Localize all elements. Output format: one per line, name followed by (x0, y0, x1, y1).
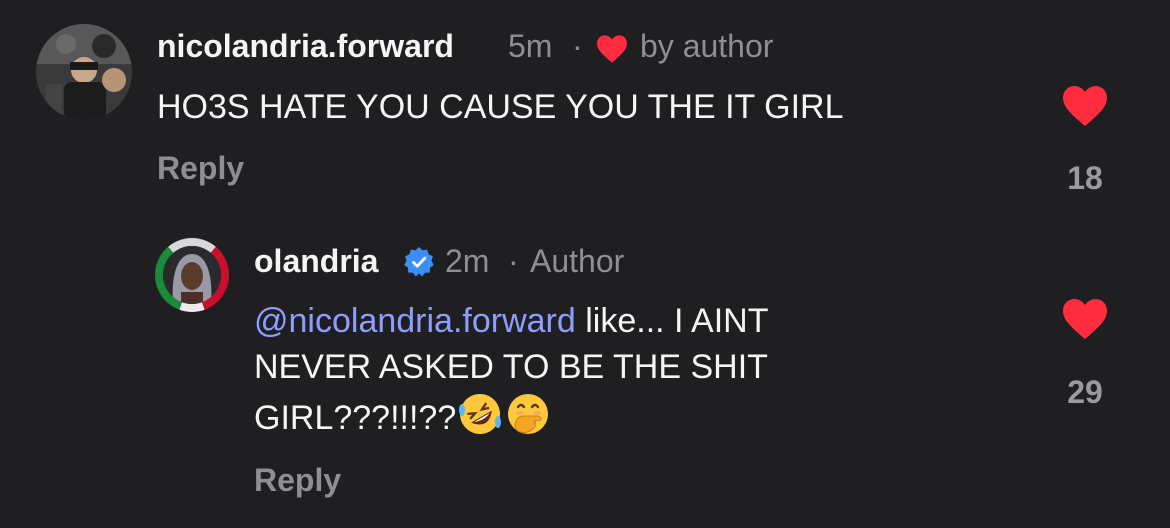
reply-like-count: 29 (1067, 374, 1103, 410)
reply-text-line3: GIRL???!!!?? (254, 398, 457, 437)
author-liked-heart-icon (595, 34, 629, 69)
reply-avatar-photo (163, 246, 221, 304)
reply-username[interactable]: olandria (254, 243, 378, 280)
verified-badge-icon (403, 246, 435, 283)
comment-reply-button[interactable]: Reply (157, 150, 244, 187)
mention-link[interactable]: @nicolandria.forward (254, 302, 576, 340)
reply-text: @nicolandria.forward like... I AINT NEVE… (254, 298, 769, 450)
comment-like-heart-icon[interactable] (1060, 84, 1110, 133)
liked-by-author-label: by author (640, 28, 774, 64)
avatar-photo (36, 24, 132, 120)
reply-text-line1: like... I AINT (575, 302, 769, 340)
meta-separator: · (572, 28, 583, 64)
author-label: Author (530, 243, 625, 279)
comment-username[interactable]: nicolandria.forward (157, 28, 454, 65)
commenter-avatar[interactable] (36, 24, 132, 120)
face-with-hand-over-mouth-emoji (504, 390, 552, 450)
rolling-on-floor-laughing-emoji (456, 390, 504, 450)
reply-time: 2m (445, 243, 490, 279)
reply-reply-button[interactable]: Reply (254, 462, 341, 499)
comment-time: 5m (508, 28, 553, 64)
comment-like-count: 18 (1067, 160, 1103, 196)
reply-like-heart-icon[interactable] (1060, 297, 1110, 346)
reply-meta-separator: · (508, 243, 519, 279)
reply-avatar[interactable] (163, 246, 221, 304)
comment-text: HO3S HATE YOU CAUSE YOU THE IT GIRL (157, 88, 844, 126)
reply-text-line2: NEVER ASKED TO BE THE SHIT (254, 348, 768, 386)
